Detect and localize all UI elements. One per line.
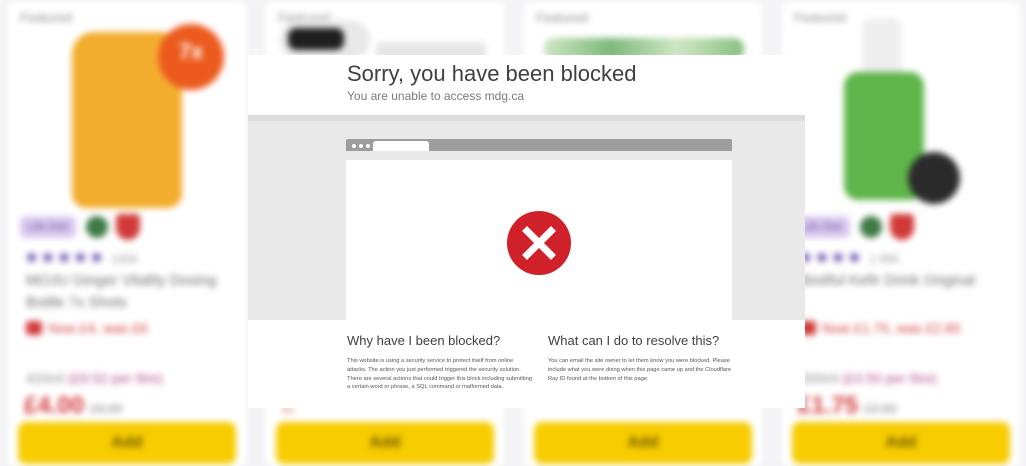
product-card: Featured Life Diet ★★★★ 1 995 Biotiful Ke… <box>782 2 1020 466</box>
product-size: 420ml (£9.52 per litre) <box>26 370 163 386</box>
block-subtitle: You are unable to access mdg.ca <box>347 89 525 103</box>
product-price: £1.75 £2.60 <box>798 392 897 419</box>
diet-tag: Life Diet <box>20 216 76 238</box>
why-blocked-heading: Why have I been blocked? <box>347 333 501 348</box>
product-card: Featured 7x Life Diet ★★★★★ 1405 MOJU Gin… <box>8 2 246 466</box>
award-seal-icon <box>908 152 960 204</box>
featured-label: Featured <box>20 10 73 25</box>
offer-tag-icon <box>26 321 42 335</box>
page: Featured 7x Life Diet ★★★★★ 1405 MOJU Gin… <box>0 0 1026 466</box>
offer-text: Now £1.75, was £2.60 <box>800 320 961 336</box>
product-size: 500ml (£3.50 per litre) <box>800 370 937 386</box>
resolve-text: You can email the site owner to let them… <box>548 358 732 382</box>
window-dot-icon <box>366 144 370 148</box>
add-to-basket-button[interactable]: Add <box>792 422 1010 464</box>
block-notice: Sorry, you have been blocked You are una… <box>248 55 805 408</box>
window-dot-icon <box>352 144 356 148</box>
add-to-basket-button[interactable]: Add <box>18 422 236 464</box>
vegan-icon <box>86 216 108 238</box>
multipack-badge: 7x <box>158 24 224 90</box>
resolve-section: What can I do to resolve this? You can e… <box>548 333 734 383</box>
rating-stars: ★★★★★ 1405 <box>24 248 138 267</box>
block-title: Sorry, you have been blocked <box>347 61 637 86</box>
resolve-heading: What can I do to resolve this? <box>548 333 720 348</box>
vegan-icon <box>860 216 882 238</box>
x-circle-icon <box>507 211 571 275</box>
why-blocked-text: This website is using a security service… <box>347 358 532 391</box>
why-blocked-section: Why have I been blocked? This website is… <box>347 333 533 392</box>
featured-label: Featured <box>536 10 589 25</box>
browser-tab-icon <box>373 141 429 151</box>
nutrition-shield-icon <box>116 214 140 240</box>
nutrition-shield-icon <box>890 214 914 240</box>
add-to-basket-button[interactable]: Add <box>534 422 752 464</box>
product-name[interactable]: Biotiful Kefir Drink Original <box>800 270 1010 292</box>
rating-stars: ★★★★ 1 995 <box>798 248 899 267</box>
review-count: 1 995 <box>868 252 899 266</box>
review-count: 1405 <box>111 252 138 266</box>
divider <box>248 115 805 121</box>
add-to-basket-button[interactable]: Add <box>276 422 494 464</box>
product-price: £4.00 £6.00 <box>24 392 123 419</box>
product-name[interactable]: MOJU Ginger Vitality Dosing Bottle 7x Sh… <box>26 270 236 314</box>
window-dot-icon <box>359 144 363 148</box>
block-header: Sorry, you have been blocked You are una… <box>248 55 805 115</box>
offer-text: Now £4, was £6 <box>26 320 148 336</box>
featured-label: Featured <box>794 10 847 25</box>
